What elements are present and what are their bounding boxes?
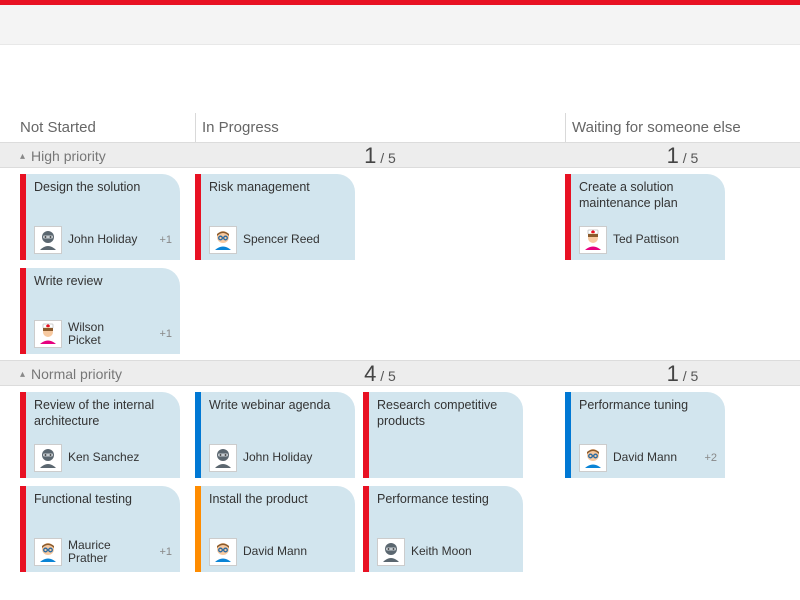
kanban-card[interactable]: Write webinar agenda John Holiday [195, 392, 355, 478]
extra-count: +1 [159, 328, 172, 340]
card-title: Install the product [209, 492, 347, 508]
card-assignee-row: David Mann +2 [579, 444, 717, 472]
card-assignee-row: Ken Sanchez [34, 444, 172, 472]
assignee-name: MauricePrather [68, 539, 111, 565]
card-assignee-row: John Holiday [209, 444, 347, 472]
assignee-name: David Mann [243, 545, 307, 558]
card-assignee-row: John Holiday +1 [34, 226, 172, 254]
wip-count: 1 / 5 [565, 361, 800, 387]
kanban-card[interactable]: Functional testing MauricePrather +1 [20, 486, 180, 572]
chevron-up-icon[interactable]: ▴ [20, 151, 25, 162]
kanban-column[interactable]: Performance tuning David Mann +2 [565, 392, 800, 572]
assignee-name: Ted Pattison [613, 233, 679, 246]
wip-count: 1 / 5 [195, 143, 565, 169]
card-assignee-row: Keith Moon [377, 538, 515, 566]
kanban-column[interactable]: Risk management Spencer Reed [195, 174, 565, 354]
assignee-name: Keith Moon [411, 545, 472, 558]
swimlane-header[interactable]: ▴ Normal priority 4 / 5 1 / 5 [0, 360, 800, 386]
card-assignee-row: Ted Pattison [579, 226, 717, 254]
swimlane-body: Review of the internal architecture Ken … [0, 386, 800, 578]
assignee-name: WilsonPicket [68, 321, 104, 347]
card-title: Design the solution [34, 180, 172, 196]
avatar [34, 444, 62, 472]
avatar [209, 444, 237, 472]
card-title: Write webinar agenda [209, 398, 347, 414]
card-title: Risk management [209, 180, 347, 196]
kanban-board: Not Started In Progress Waiting for some… [0, 45, 800, 578]
swimlane-title: Normal priority [31, 366, 122, 382]
assignee-name: Ken Sanchez [68, 451, 139, 464]
assignee-name: John Holiday [68, 233, 137, 246]
card-title: Performance testing [377, 492, 515, 508]
extra-count: +1 [159, 234, 172, 246]
avatar [34, 538, 62, 566]
chevron-up-icon[interactable]: ▴ [20, 369, 25, 380]
kanban-card[interactable]: Create a solution maintenance plan Ted P… [565, 174, 725, 260]
assignee-name: Spencer Reed [243, 233, 320, 246]
extra-count: +1 [159, 546, 172, 558]
kanban-card[interactable]: Review of the internal architecture Ken … [20, 392, 180, 478]
card-assignee-row: MauricePrather +1 [34, 538, 172, 566]
kanban-card[interactable]: Design the solution John Holiday +1 [20, 174, 180, 260]
kanban-card[interactable]: Write review WilsonPicket +1 [20, 268, 180, 354]
wip-count: 1 / 5 [565, 143, 800, 169]
avatar [579, 226, 607, 254]
card-title: Performance tuning [579, 398, 717, 414]
card-title: Functional testing [34, 492, 172, 508]
avatar [209, 538, 237, 566]
card-title: Create a solution maintenance plan [579, 180, 717, 211]
kanban-card[interactable]: Install the product David Mann [195, 486, 355, 572]
kanban-card[interactable]: Research competitive products [363, 392, 523, 478]
kanban-column[interactable]: Create a solution maintenance plan Ted P… [565, 174, 800, 354]
column-header[interactable]: Not Started [20, 113, 195, 142]
card-title: Review of the internal architecture [34, 398, 172, 429]
avatar [377, 538, 405, 566]
card-title: Write review [34, 274, 172, 290]
column-header[interactable]: In Progress [195, 113, 565, 142]
swimlane-title: High priority [31, 148, 106, 164]
kanban-column[interactable]: Design the solution John Holiday +1 Writ… [20, 174, 195, 354]
column-headers: Not Started In Progress Waiting for some… [0, 113, 800, 142]
card-title: Research competitive products [377, 398, 515, 429]
kanban-card[interactable]: Performance tuning David Mann +2 [565, 392, 725, 478]
card-assignee-row: David Mann [209, 538, 347, 566]
card-assignee-row: WilsonPicket +1 [34, 320, 172, 348]
kanban-column[interactable]: Write webinar agenda John Holiday Resear… [195, 392, 565, 572]
kanban-column[interactable]: Review of the internal architecture Ken … [20, 392, 195, 572]
extra-count: +2 [704, 452, 717, 464]
kanban-card[interactable]: Performance testing Keith Moon [363, 486, 523, 572]
avatar [579, 444, 607, 472]
avatar [209, 226, 237, 254]
assignee-name: John Holiday [243, 451, 312, 464]
column-header[interactable]: Waiting for someone else [565, 113, 800, 142]
kanban-card[interactable]: Risk management Spencer Reed [195, 174, 355, 260]
wip-count: 4 / 5 [195, 361, 565, 387]
assignee-name: David Mann [613, 451, 677, 464]
toolbar [0, 5, 800, 45]
card-assignee-row: Spencer Reed [209, 226, 347, 254]
avatar [34, 320, 62, 348]
swimlane-body: Design the solution John Holiday +1 Writ… [0, 168, 800, 360]
swimlane-header[interactable]: ▴ High priority 1 / 5 1 / 5 [0, 142, 800, 168]
avatar [34, 226, 62, 254]
